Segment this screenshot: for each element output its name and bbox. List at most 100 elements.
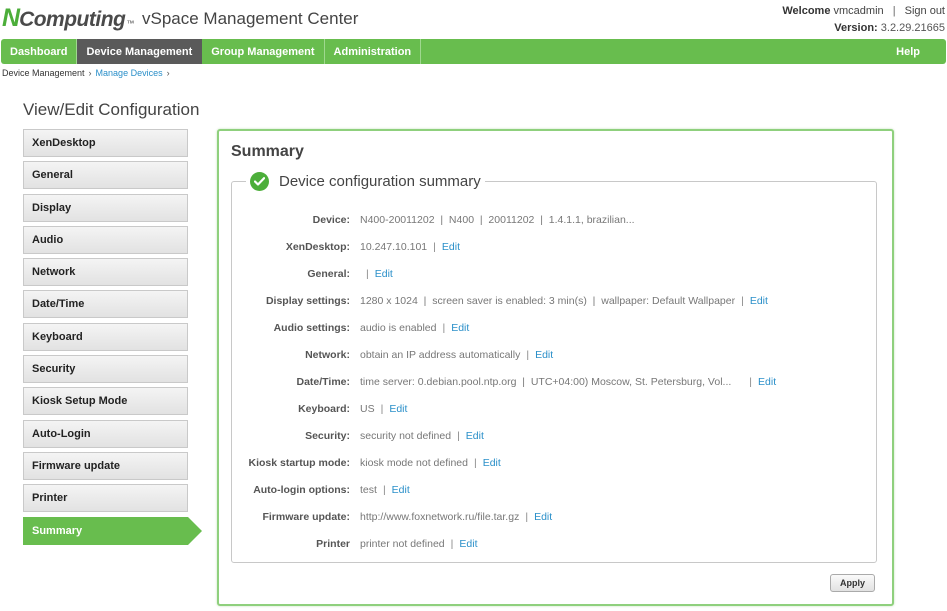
edit-link[interactable]: Edit bbox=[375, 268, 393, 280]
edit-link[interactable]: Edit bbox=[389, 403, 407, 415]
summary-row-value: kiosk mode not defined | Edit bbox=[360, 456, 501, 469]
summary-row-value: US | Edit bbox=[360, 402, 408, 415]
summary-value-text: printer not defined bbox=[360, 537, 445, 550]
edit-link[interactable]: Edit bbox=[750, 295, 768, 307]
nav-device-management[interactable]: Device Management bbox=[77, 39, 203, 64]
menu-item-general[interactable]: General bbox=[23, 161, 188, 190]
config-menu: XenDesktop General Display Audio Network Date… bbox=[23, 129, 203, 549]
edit-link[interactable]: Edit bbox=[758, 376, 776, 388]
menu-item-keyboard[interactable]: Keyboard bbox=[23, 322, 188, 351]
summary-row-label: General: bbox=[307, 267, 350, 280]
summary-row-label: Keyboard: bbox=[298, 402, 350, 415]
logo-n: N bbox=[2, 4, 20, 32]
ncomputing-logo: N Computing ™ bbox=[2, 4, 134, 32]
summary-row-label: Display settings: bbox=[265, 294, 350, 307]
user-info: Welcome vmcadmin | Sign out Version: 3.2… bbox=[782, 5, 945, 34]
main-nav: Dashboard Device Management Group Manageme… bbox=[1, 39, 946, 64]
summary-row: Kiosk startup mode: kiosk mode not define… bbox=[232, 449, 876, 476]
summary-value-text: http://www.foxnetwork.ru/file.tar.gz bbox=[360, 510, 520, 523]
version-label: Version: bbox=[834, 22, 878, 34]
summary-row-label: Device: bbox=[312, 213, 350, 226]
breadcrumb-root[interactable]: Device Management bbox=[2, 68, 85, 78]
summary-row-value: | Edit bbox=[366, 267, 393, 280]
logo-text: Computing bbox=[19, 8, 126, 31]
breadcrumb: Device Management › Manage Devices › bbox=[2, 68, 170, 78]
nav-group-management[interactable]: Group Management bbox=[202, 39, 325, 64]
summary-row: Date/Time: time server: 0.debian.pool.ntp… bbox=[232, 368, 876, 395]
summary-value-text: 10.247.10.101 bbox=[360, 240, 428, 253]
edit-link[interactable]: Edit bbox=[466, 430, 484, 442]
summary-value-text: kiosk mode not defined bbox=[360, 456, 468, 469]
menu-item-summary[interactable]: Summary bbox=[23, 516, 202, 545]
summary-row: Device: N400-20011202 | N400 | 20011202 |… bbox=[232, 206, 876, 233]
summary-row-label: Network: bbox=[305, 348, 350, 361]
summary-row-label: Auto-login options: bbox=[253, 483, 350, 496]
edit-link[interactable]: Edit bbox=[442, 241, 460, 253]
summary-value-text: US bbox=[360, 402, 375, 415]
nav-administration[interactable]: Administration bbox=[325, 39, 422, 64]
summary-row: Keyboard: US | Edit bbox=[232, 395, 876, 422]
summary-value-text: time server: 0.debian.pool.ntp.org | UTC… bbox=[360, 375, 732, 388]
check-circle-icon bbox=[250, 171, 269, 191]
summary-row-label: XenDesktop: bbox=[285, 240, 350, 253]
breadcrumb-manage-devices[interactable]: Manage Devices bbox=[96, 68, 163, 78]
summary-row-label: Audio settings: bbox=[273, 321, 350, 334]
summary-row-value: printer not defined | Edit bbox=[360, 537, 478, 550]
summary-row: Audio settings: audio is enabled | Edit bbox=[232, 314, 876, 341]
menu-item-auto-login[interactable]: Auto-Login bbox=[23, 419, 188, 448]
menu-item-xendesktop[interactable]: XenDesktop bbox=[23, 129, 188, 157]
summary-row-label: Security: bbox=[305, 429, 350, 442]
summary-row-label: Kiosk startup mode: bbox=[248, 456, 350, 469]
edit-link[interactable]: Edit bbox=[535, 349, 553, 361]
edit-link[interactable]: Edit bbox=[451, 322, 469, 334]
logo-trademark: ™ bbox=[126, 19, 135, 28]
summary-row: Display settings: 1280 x 1024 | screen sa… bbox=[232, 287, 876, 314]
summary-row-label: Printer bbox=[316, 537, 350, 550]
summary-value-text: 1280 x 1024 | screen saver is enabled: 3… bbox=[360, 294, 736, 307]
summary-row: Security: security not defined | Edit bbox=[232, 422, 876, 449]
menu-item-security[interactable]: Security bbox=[23, 355, 188, 384]
summary-row-value: 1280 x 1024 | screen saver is enabled: 3… bbox=[360, 294, 768, 307]
version-value: 3.2.29.21665 bbox=[880, 22, 945, 34]
menu-item-date-time[interactable]: Date/Time bbox=[23, 290, 188, 319]
summary-row-label: Firmware update: bbox=[262, 510, 350, 523]
summary-value-text: security not defined bbox=[360, 429, 452, 442]
menu-item-kiosk-setup-mode[interactable]: Kiosk Setup Mode bbox=[23, 387, 188, 416]
apply-button[interactable]: Apply bbox=[830, 574, 875, 592]
summary-row-label: Date/Time: bbox=[296, 375, 351, 388]
nav-dashboard[interactable]: Dashboard bbox=[1, 39, 78, 64]
summary-row-value: obtain an IP address automatically | Edit bbox=[360, 348, 554, 361]
edit-link[interactable]: Edit bbox=[483, 457, 501, 469]
sign-out-link[interactable]: Sign out bbox=[905, 5, 945, 17]
summary-row: XenDesktop: 10.247.10.101 | Edit bbox=[232, 233, 876, 260]
menu-item-display[interactable]: Display bbox=[23, 193, 188, 222]
edit-link[interactable]: Edit bbox=[392, 484, 410, 496]
summary-row: Firmware update: http://www.foxnetwork.ru… bbox=[232, 503, 876, 530]
menu-item-firmware-update[interactable]: Firmware update bbox=[23, 451, 188, 480]
summary-rows: Device: N400-20011202 | N400 | 20011202 |… bbox=[232, 206, 876, 557]
edit-link[interactable]: Edit bbox=[459, 538, 477, 550]
summary-row-value: N400-20011202 | N400 | 20011202 | 1.4.1.… bbox=[360, 214, 635, 226]
summary-row: Network: obtain an IP address automatical… bbox=[232, 341, 876, 368]
summary-row: Auto-login options: test | Edit bbox=[232, 476, 876, 503]
nav-help[interactable]: Help bbox=[887, 39, 946, 64]
panel-title: Summary bbox=[231, 143, 304, 160]
menu-item-audio[interactable]: Audio bbox=[23, 225, 188, 254]
summary-fieldset: Device configuration summary Device: N400… bbox=[231, 170, 877, 563]
app-title: vSpace Management Center bbox=[142, 9, 359, 28]
summary-value-text: N400-20011202 | N400 | 20011202 | 1.4.1.… bbox=[360, 213, 635, 226]
summary-row: General: | Edit bbox=[232, 260, 876, 287]
summary-row-value: test | Edit bbox=[360, 483, 410, 496]
menu-item-network[interactable]: Network bbox=[23, 258, 188, 287]
legend-text: Device configuration summary bbox=[279, 172, 481, 190]
summary-row-value: security not defined | Edit bbox=[360, 429, 484, 442]
edit-link[interactable]: Edit bbox=[534, 511, 552, 523]
page-title: View/Edit Configuration bbox=[23, 100, 200, 119]
fieldset-legend: Device configuration summary bbox=[246, 170, 485, 192]
summary-value-text: obtain an IP address automatically bbox=[360, 348, 521, 361]
summary-panel: Summary Device configuration summary Dev… bbox=[217, 129, 894, 606]
summary-row-value: http://www.foxnetwork.ru/file.tar.gz | Edi… bbox=[360, 510, 553, 523]
summary-row-value: audio is enabled | Edit bbox=[360, 321, 470, 334]
summary-value-text: audio is enabled bbox=[360, 321, 437, 334]
menu-item-printer[interactable]: Printer bbox=[23, 484, 188, 513]
